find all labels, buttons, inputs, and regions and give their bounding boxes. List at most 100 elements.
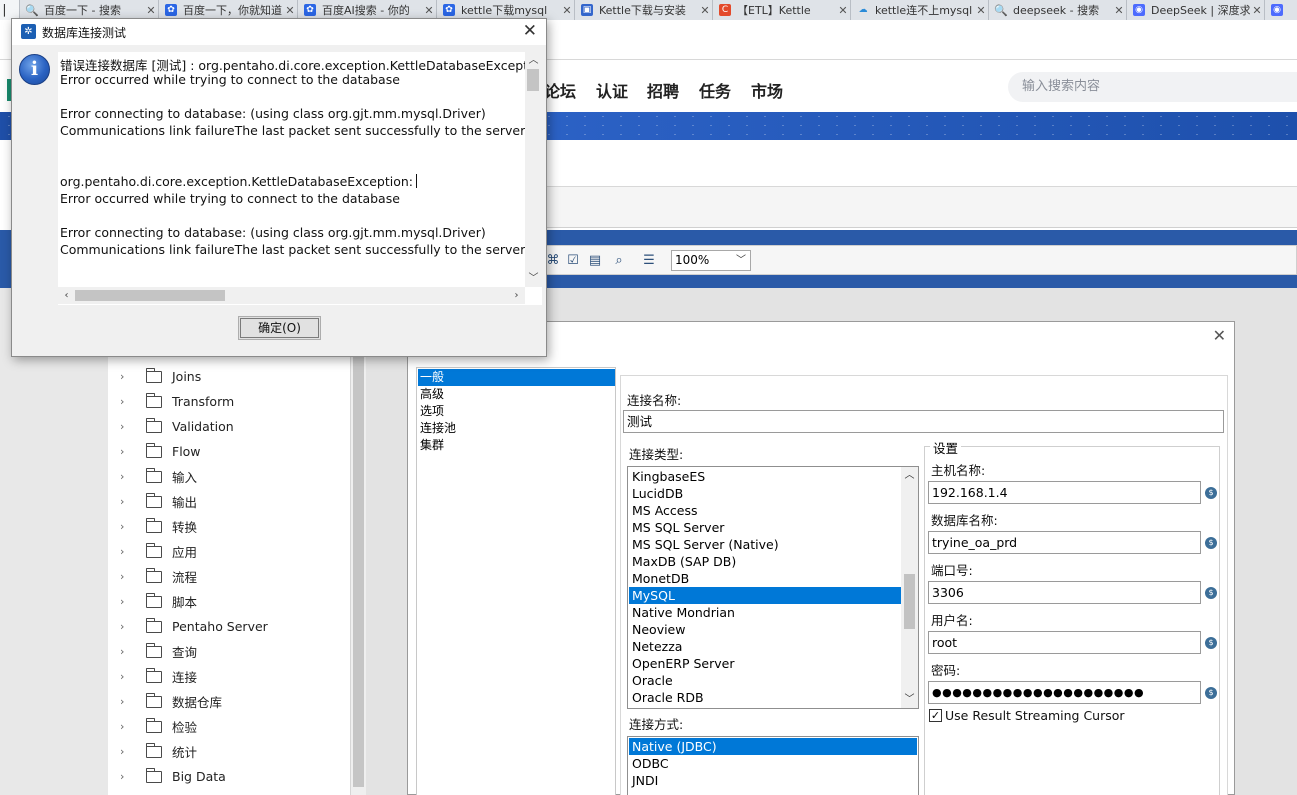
section-pooling[interactable]: 连接池 bbox=[418, 420, 615, 437]
nav-link-certification[interactable]: 认证 bbox=[596, 78, 628, 102]
close-icon[interactable]: ✕ bbox=[523, 21, 537, 41]
streaming-checkbox[interactable]: ✓ bbox=[929, 709, 942, 722]
tree-item[interactable]: › 脚本 bbox=[108, 589, 350, 614]
conn-type-item[interactable]: Netezza bbox=[629, 638, 901, 655]
tree-item[interactable]: › Transform bbox=[108, 389, 350, 414]
chevron-down-icon[interactable]: ﹀ bbox=[525, 270, 542, 287]
browser-tab[interactable]: 🔍 百度一下 - 搜索 ✕ bbox=[20, 0, 159, 20]
chevron-right-icon[interactable]: › bbox=[120, 720, 134, 733]
user-input[interactable]: root bbox=[928, 631, 1201, 654]
tree-scrollbar[interactable] bbox=[350, 288, 366, 795]
conn-type-item[interactable]: MonetDB bbox=[629, 570, 901, 587]
variable-icon[interactable]: $ bbox=[1205, 587, 1217, 599]
chevron-down-icon[interactable]: ﹀ bbox=[901, 691, 918, 708]
close-icon[interactable]: ✕ bbox=[144, 4, 158, 17]
variable-icon[interactable]: $ bbox=[1205, 487, 1217, 499]
chevron-right-icon[interactable]: › bbox=[120, 595, 134, 608]
chevron-up-icon[interactable]: ︿ bbox=[525, 52, 542, 69]
scroll-thumb[interactable] bbox=[527, 69, 539, 91]
browser-tab[interactable]: ☁ kettle连不上mysql ✕ bbox=[851, 0, 989, 20]
verify-icon[interactable]: ⌘ bbox=[545, 253, 561, 269]
variable-icon[interactable]: $ bbox=[1205, 687, 1217, 699]
chevron-right-icon[interactable]: › bbox=[120, 745, 134, 758]
conn-type-item[interactable]: LucidDB bbox=[629, 485, 901, 502]
nav-link-forum[interactable]: 论坛 bbox=[544, 78, 576, 102]
access-item[interactable]: ODBC bbox=[629, 755, 917, 772]
conn-type-item[interactable]: MaxDB (SAP DB) bbox=[629, 553, 901, 570]
browser-tab[interactable]: ◉ DeepSeek | 深度求索 ✕ bbox=[1127, 0, 1265, 20]
chevron-right-icon[interactable]: › bbox=[120, 645, 134, 658]
port-input[interactable]: 3306 bbox=[928, 581, 1201, 604]
conn-type-item[interactable]: MS Access bbox=[629, 502, 901, 519]
variable-icon[interactable]: $ bbox=[1205, 537, 1217, 549]
chevron-right-icon[interactable]: › bbox=[120, 420, 134, 433]
access-list[interactable]: Native (JDBC) ODBC JNDI bbox=[627, 736, 919, 795]
browser-tab[interactable]: C 【ETL】Kettle ✕ bbox=[713, 0, 851, 20]
conn-name-input[interactable]: 测试 bbox=[623, 410, 1224, 433]
chevron-right-icon[interactable]: › bbox=[120, 520, 134, 533]
conn-type-list[interactable]: KingbaseES LucidDB MS Access MS SQL Server M… bbox=[627, 466, 919, 709]
close-icon[interactable]: ✕ bbox=[836, 4, 850, 17]
nav-link-tasks[interactable]: 任务 bbox=[699, 78, 731, 102]
tree-item[interactable]: › 检验 bbox=[108, 714, 350, 739]
chevron-right-icon[interactable]: › bbox=[120, 670, 134, 683]
tree-item[interactable]: › 应用 bbox=[108, 539, 350, 564]
tree-item[interactable]: › 查询 bbox=[108, 639, 350, 664]
tree-item[interactable]: › Validation bbox=[108, 414, 350, 439]
conn-type-scrollbar[interactable]: ︿ ﹀ bbox=[901, 467, 918, 708]
chevron-right-icon[interactable]: › bbox=[120, 445, 134, 458]
dbname-input[interactable]: tryine_oa_prd bbox=[928, 531, 1201, 554]
error-message-text[interactable]: 错误连接数据库 [测试] : org.pentaho.di.core.excep… bbox=[58, 52, 542, 305]
chevron-right-icon[interactable]: › bbox=[120, 470, 134, 483]
chevron-right-icon[interactable]: › bbox=[508, 287, 525, 304]
close-icon[interactable]: ✕ bbox=[560, 4, 574, 17]
tab-scroll-left[interactable]: ▏ bbox=[0, 0, 20, 20]
conn-type-item[interactable]: Oracle RDB bbox=[629, 689, 901, 706]
nav-link-market[interactable]: 市场 bbox=[751, 78, 783, 102]
tree-item[interactable]: › 输入 bbox=[108, 464, 350, 489]
conn-type-item[interactable]: MySQL bbox=[629, 587, 901, 604]
conn-type-item[interactable]: MS SQL Server (Native) bbox=[629, 536, 901, 553]
tree-item[interactable]: › Flow bbox=[108, 439, 350, 464]
zoom-select[interactable]: 100% ﹀ bbox=[671, 250, 751, 271]
password-input[interactable]: ●●●●●●●●●●●●●●●●●●●●● bbox=[928, 681, 1201, 704]
close-icon[interactable]: ✕ bbox=[698, 4, 712, 17]
tree-item[interactable]: › Big Data bbox=[108, 764, 350, 789]
conn-type-item[interactable]: OpenERP Server bbox=[629, 655, 901, 672]
conn-type-item[interactable]: KingbaseES bbox=[629, 468, 901, 485]
scroll-thumb[interactable] bbox=[904, 574, 915, 629]
section-options[interactable]: 选项 bbox=[418, 403, 615, 420]
chevron-right-icon[interactable]: › bbox=[120, 545, 134, 558]
sql-icon[interactable]: ⌕ bbox=[611, 253, 627, 269]
close-icon[interactable]: ✕ bbox=[1250, 4, 1264, 17]
check-icon[interactable]: ☑ bbox=[565, 253, 581, 269]
chevron-right-icon[interactable]: › bbox=[120, 620, 134, 633]
scroll-thumb[interactable] bbox=[75, 290, 225, 301]
tree-item[interactable]: › Pentaho Server bbox=[108, 614, 350, 639]
browser-tab[interactable]: ✿ 百度AI搜索 - 你的 ✕ bbox=[298, 0, 437, 20]
chevron-right-icon[interactable]: › bbox=[120, 370, 134, 383]
tree-item[interactable]: › 统计 bbox=[108, 739, 350, 764]
close-icon[interactable]: ✕ bbox=[974, 4, 988, 17]
close-icon[interactable]: ✕ bbox=[422, 4, 436, 17]
ok-button[interactable]: 确定(O) bbox=[238, 316, 321, 340]
chevron-right-icon[interactable]: › bbox=[120, 395, 134, 408]
browser-tab[interactable]: ◉ bbox=[1265, 0, 1297, 20]
browser-tab[interactable]: 🔍 deepseek - 搜索 ✕ bbox=[989, 0, 1127, 20]
scroll-thumb[interactable] bbox=[353, 292, 364, 787]
section-advanced[interactable]: 高级 bbox=[418, 386, 615, 403]
tree-item[interactable]: › 流程 bbox=[108, 564, 350, 589]
explore-icon[interactable]: ☰ bbox=[641, 253, 657, 269]
tree-item[interactable]: › 连接 bbox=[108, 664, 350, 689]
vertical-scrollbar[interactable]: ︿ ﹀ bbox=[525, 52, 542, 287]
section-cluster[interactable]: 集群 bbox=[418, 437, 615, 454]
close-icon[interactable]: ✕ bbox=[283, 4, 297, 17]
conn-type-item[interactable]: MS SQL Server bbox=[629, 519, 901, 536]
close-icon[interactable]: ✕ bbox=[1213, 326, 1226, 345]
tree-item[interactable]: › 数据仓库 bbox=[108, 689, 350, 714]
tree-item[interactable]: › 转换 bbox=[108, 514, 350, 539]
chevron-right-icon[interactable]: › bbox=[120, 495, 134, 508]
access-item[interactable]: Native (JDBC) bbox=[629, 738, 917, 755]
close-icon[interactable]: ✕ bbox=[1112, 4, 1126, 17]
chevron-up-icon[interactable]: ︿ bbox=[901, 467, 918, 484]
